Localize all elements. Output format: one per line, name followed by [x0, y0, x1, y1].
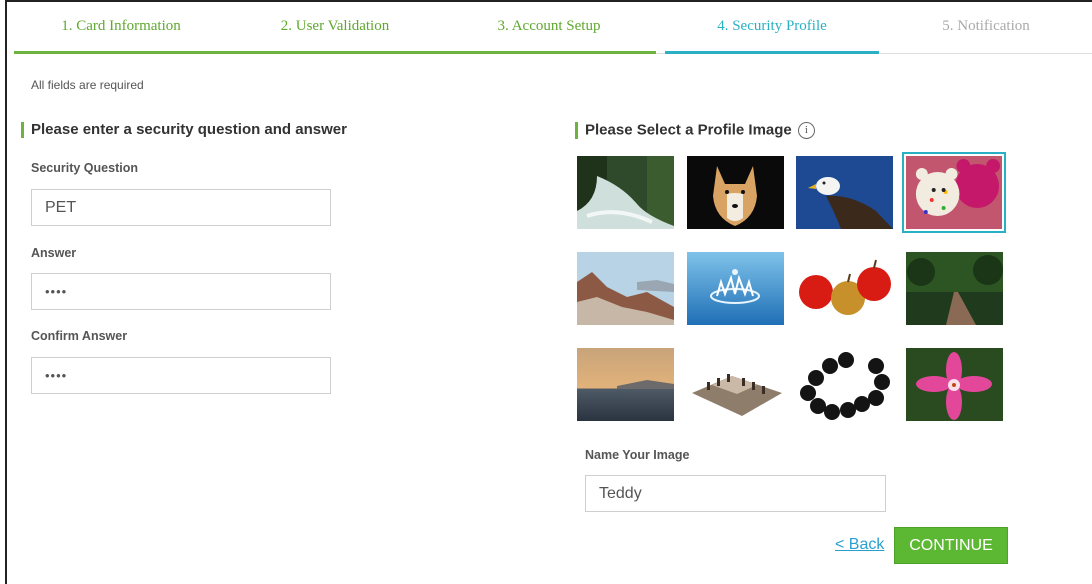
chessboard-image[interactable]: [687, 348, 784, 421]
confirm-answer-input[interactable]: [31, 357, 331, 394]
security-section-title: Please enter a security question and ans…: [21, 122, 347, 138]
security-question-label: Security Question: [31, 161, 138, 175]
required-note: All fields are required: [31, 78, 144, 92]
step-card-information[interactable]: 1. Card Information: [14, 0, 228, 54]
eagle-image[interactable]: [796, 156, 893, 229]
info-icon[interactable]: i: [797, 122, 815, 139]
image-name-input[interactable]: [585, 475, 886, 512]
profile-title-text: Please Select a Profile Image: [585, 121, 792, 139]
apples-image[interactable]: [796, 252, 893, 325]
progress-steps: 1. Card Information 2. User Validation 3…: [14, 0, 1092, 54]
answer-label: Answer: [31, 246, 77, 260]
teddy-bears-image[interactable]: [902, 152, 1006, 233]
step-security-profile[interactable]: 4. Security Profile: [665, 0, 879, 54]
waterfall-image[interactable]: [577, 156, 674, 229]
back-link[interactable]: < Back: [835, 536, 884, 554]
dog-image[interactable]: [687, 156, 784, 229]
bead-necklace-image[interactable]: [796, 348, 893, 421]
rock-landscape-image[interactable]: [577, 252, 674, 325]
step-notification: 5. Notification: [942, 18, 1030, 34]
step-user-validation[interactable]: 2. User Validation: [228, 0, 442, 54]
step-account-setup[interactable]: 3. Account Setup: [442, 0, 656, 54]
forest-path-image[interactable]: [906, 252, 1003, 325]
security-question-input[interactable]: [31, 189, 331, 226]
continue-button[interactable]: CONTINUE: [894, 527, 1008, 564]
lily-flower-image[interactable]: [906, 348, 1003, 421]
profile-section-title: Please Select a Profile Image i: [575, 122, 815, 139]
water-splash-image[interactable]: [687, 252, 784, 325]
answer-input[interactable]: [31, 273, 331, 310]
confirm-answer-label: Confirm Answer: [31, 329, 128, 343]
sunset-sea-image[interactable]: [577, 348, 674, 421]
image-name-label: Name Your Image: [585, 448, 690, 462]
